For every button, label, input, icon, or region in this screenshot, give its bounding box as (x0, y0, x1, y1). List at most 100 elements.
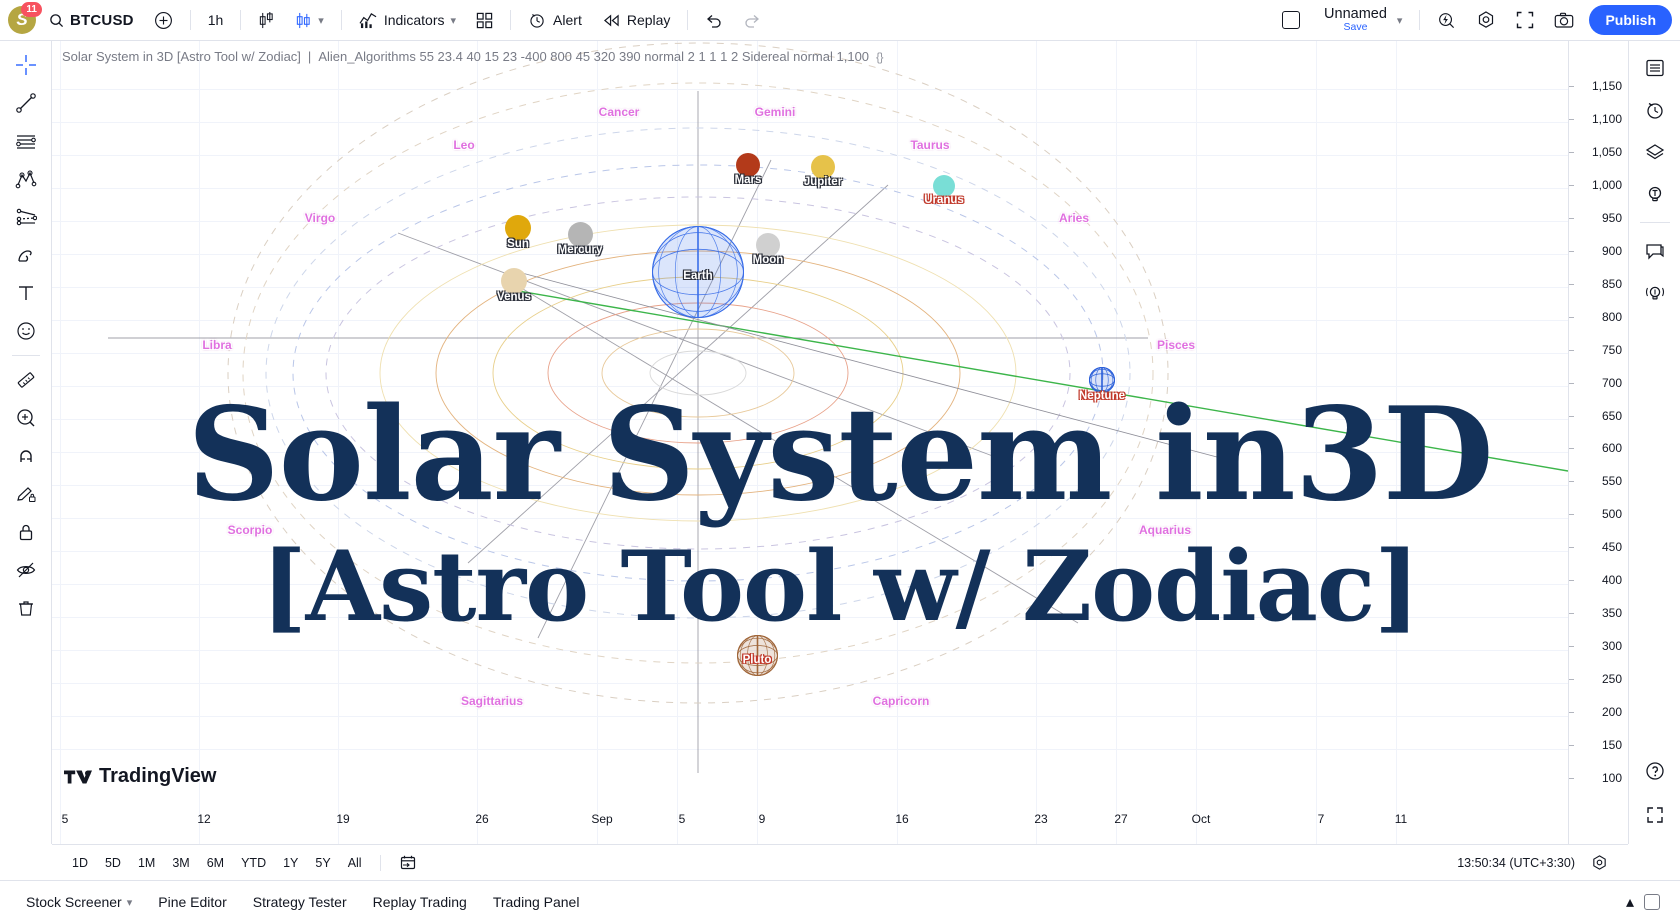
replay-button[interactable]: Replay (593, 5, 680, 35)
planet-jupiter[interactable]: Jupiter (804, 155, 842, 188)
fib-retracement-tool[interactable] (6, 123, 46, 159)
chat-panel[interactable] (1636, 232, 1674, 270)
brush-icon (15, 244, 37, 266)
divider (11, 355, 40, 356)
alert-button[interactable]: Alert (519, 5, 591, 35)
zoom-tool[interactable] (6, 400, 46, 436)
bottom-panel-tabs: Stock Screener ▾ Pine Editor Strategy Teste… (0, 880, 1680, 923)
interval-button[interactable]: 1h (199, 5, 233, 35)
text-tool[interactable] (6, 275, 46, 311)
planet-venus[interactable]: Venus (497, 268, 531, 303)
chevron-up-icon[interactable]: ▴ (1626, 892, 1634, 912)
chart-canvas[interactable]: Cancer Gemini Leo Taurus Virgo Aries Libra Pisc… (52, 41, 1568, 844)
pitchfork-tool[interactable] (6, 161, 46, 197)
chart-style-candles-button[interactable]: ▾ (286, 5, 333, 35)
chart-style-bar-button[interactable] (249, 5, 284, 35)
hotlist-panel[interactable] (1636, 175, 1674, 213)
range-button-3m[interactable]: 3M (164, 853, 197, 873)
footer-tab-pine-editor[interactable]: Pine Editor (146, 888, 238, 916)
chevron-down-icon[interactable]: ▾ (451, 14, 457, 27)
range-button-1y[interactable]: 1Y (275, 853, 306, 873)
chart-area[interactable]: Cancer Gemini Leo Taurus Virgo Aries Libra Pisc… (52, 41, 1628, 844)
publish-button[interactable]: Publish (1589, 5, 1672, 35)
chart-legend[interactable]: Solar System in 3D [Astro Tool w/ Zodiac… (62, 49, 884, 64)
range-button-ytd[interactable]: YTD (233, 853, 274, 873)
watchlist-panel[interactable] (1636, 49, 1674, 87)
list-lines-icon (1644, 57, 1666, 79)
panel-layout-icon[interactable] (1644, 894, 1660, 910)
layout-name-button[interactable]: Unnamed Save ▾ (1311, 5, 1411, 35)
range-button-6m[interactable]: 6M (199, 853, 232, 873)
planet-moon[interactable]: Moon (753, 233, 783, 266)
expand-panel[interactable] (1636, 796, 1674, 834)
chevron-down-icon[interactable]: ▾ (1397, 14, 1403, 27)
planet-uranus[interactable]: Uranus (924, 175, 964, 206)
speech-bubble-icon (1644, 240, 1666, 262)
legend-indicator-title[interactable]: Solar System in 3D [Astro Tool w/ Zodiac… (62, 49, 301, 64)
layout-checkbox-button[interactable] (1273, 5, 1309, 35)
footer-tab-label: Trading Panel (492, 894, 580, 910)
chart-clock[interactable]: 13:50:34 (UTC+3:30) (1457, 856, 1581, 870)
goto-date-button[interactable] (391, 851, 425, 874)
planet-mercury[interactable]: Mercury (558, 221, 602, 256)
footer-tab-trading-panel[interactable]: Trading Panel (481, 888, 592, 916)
replay-label: Replay (626, 12, 671, 28)
price-scale[interactable]: 1,150 1,100 1,050 1,000 950 900 850 800 750 700 65… (1568, 41, 1628, 844)
alarm-clock-icon (528, 11, 547, 30)
range-button-5d[interactable]: 5D (97, 853, 129, 873)
snapshot-button[interactable] (1545, 5, 1583, 35)
hide-drawings[interactable] (6, 552, 46, 588)
planet-mars[interactable]: Mars (735, 153, 761, 186)
footer-tab-replay-trading[interactable]: Replay Trading (361, 888, 479, 916)
fullscreen-button[interactable] (1507, 5, 1543, 35)
chevron-down-icon[interactable]: ▾ (318, 14, 324, 27)
templates-button[interactable] (467, 5, 502, 35)
stay-in-drawing-mode[interactable] (6, 476, 46, 512)
smiley-icon (15, 320, 37, 342)
goto-date-calendar-icon (399, 854, 417, 871)
chart-settings-button[interactable] (1467, 5, 1505, 35)
quick-search-button[interactable] (1428, 5, 1465, 35)
range-button-5y[interactable]: 5Y (307, 853, 338, 873)
timezone-settings-button[interactable] (1583, 851, 1616, 874)
range-button-all[interactable]: All (340, 853, 370, 873)
lightbulb-broadcast-icon (1643, 282, 1667, 304)
layout-save-link[interactable]: Save (1344, 22, 1368, 33)
source-code-brackets-icon[interactable]: {} (876, 50, 884, 64)
price-tick-mark (1569, 217, 1574, 219)
trend-line-tool[interactable] (6, 85, 46, 121)
range-button-1m[interactable]: 1M (130, 853, 163, 873)
notification-badge[interactable]: 11 (21, 2, 42, 17)
footer-tab-label: Stock Screener (26, 894, 122, 910)
indicators-button[interactable]: Indicators ▾ (350, 5, 465, 35)
price-tick-label: 950 (1601, 210, 1622, 225)
symbol-search-button[interactable]: BTCUSD (40, 5, 143, 35)
price-tick-label: 700 (1601, 375, 1622, 390)
alerts-panel[interactable] (1636, 91, 1674, 129)
ideas-panel[interactable] (1636, 274, 1674, 312)
cross-cursor-tool[interactable] (6, 47, 46, 83)
tradingview-watermark: TradingView (64, 765, 216, 788)
brush-tool[interactable] (6, 237, 46, 273)
footer-tab-strategy-tester[interactable]: Strategy Tester (241, 888, 359, 916)
help-panel[interactable] (1636, 752, 1674, 790)
data-window-panel[interactable] (1636, 133, 1674, 171)
chevron-down-icon[interactable]: ▾ (127, 896, 133, 909)
undo-button[interactable] (696, 5, 732, 35)
gann-box-tool[interactable] (6, 199, 46, 235)
redo-button[interactable] (734, 5, 770, 35)
footer-tab-stock-screener[interactable]: Stock Screener ▾ (14, 888, 144, 916)
measure-tool[interactable] (6, 362, 46, 398)
lock-drawings[interactable] (6, 514, 46, 550)
planet-earth[interactable]: Earth (652, 226, 744, 318)
add-symbol-button[interactable] (145, 5, 182, 35)
planet-sun[interactable]: Sun (505, 215, 531, 250)
range-button-1d[interactable]: 1D (64, 853, 96, 873)
magnet-tool[interactable] (6, 438, 46, 474)
price-tick-mark (1569, 777, 1574, 779)
price-tick-label: 250 (1601, 672, 1622, 687)
remove-drawings[interactable] (6, 590, 46, 626)
divider (240, 10, 242, 30)
emoji-tool[interactable] (6, 313, 46, 349)
tradingview-logo-icon[interactable]: S 11 (8, 2, 42, 34)
